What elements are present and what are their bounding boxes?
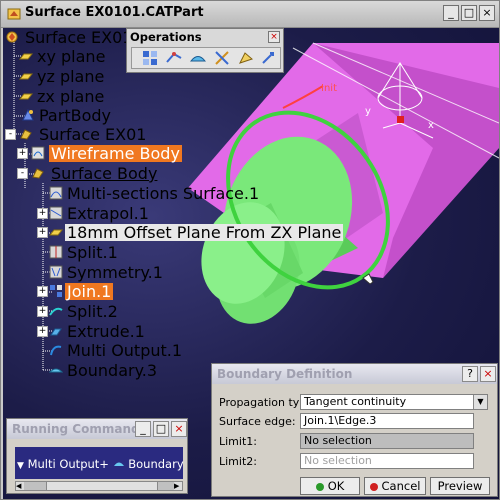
collapse-toggle[interactable]: -: [17, 168, 28, 179]
partbody-icon: [22, 108, 34, 121]
limit1-label: Limit1:: [219, 435, 257, 448]
limit2-label: Limit2:: [219, 455, 257, 468]
cancel-label: Cancel: [381, 479, 421, 493]
boundary-dialog-title-bar[interactable]: Boundary Definition ? ×: [212, 364, 497, 384]
close-button[interactable]: ×: [171, 421, 187, 437]
window-title: Surface EX0101.CATPart: [25, 5, 204, 20]
operations-toolbar: Operations ×: [126, 28, 284, 73]
tree-item-label: Symmetry.1: [67, 263, 163, 282]
cancel-button[interactable]: Cancel: [364, 477, 426, 495]
split-icon: [49, 245, 63, 259]
boundary-definition-dialog: Boundary Definition ? × Propagation type…: [211, 363, 498, 497]
tree-item-label: yz plane: [37, 67, 105, 86]
multioutput-icon: [50, 345, 62, 356]
running-commands-title: Running Commands: [12, 422, 147, 436]
scroll-right-icon[interactable]: ▶: [174, 482, 182, 490]
transform-icon[interactable]: [260, 50, 276, 66]
boundary-icon: [113, 462, 124, 466]
part-file-icon: [7, 8, 21, 20]
running-commands-list[interactable]: ▼ Multi Output+ Boundary: [15, 447, 184, 479]
plane-icon: [19, 73, 33, 80]
split-icon: [49, 307, 63, 316]
tree-item-label: 18mm Offset Plane From ZX Plane: [65, 223, 344, 242]
multisection-icon: [49, 186, 63, 200]
boundary-dialog-title: Boundary Definition: [217, 367, 353, 381]
close-button[interactable]: ×: [479, 5, 495, 21]
geoset-icon: [32, 168, 44, 179]
tree-item-label: Surface EX01: [25, 28, 133, 47]
running-commands-panel: Running Commands _ □ × ▼ Multi Output+ B…: [6, 418, 188, 494]
extract-icon[interactable]: [238, 50, 254, 66]
minimize-button[interactable]: _: [443, 5, 459, 21]
tree-item-label: zx plane: [37, 87, 105, 106]
part-icon: [6, 31, 18, 43]
tree-item-label: Multi-sections Surface.1: [67, 184, 260, 203]
limit2-field[interactable]: No selection: [300, 453, 474, 469]
tree-item-label: Split.2: [67, 302, 118, 321]
expand-toggle[interactable]: +: [37, 326, 48, 337]
tree-item-label: Extrude.1: [67, 322, 145, 341]
expand-toggle[interactable]: +: [37, 306, 48, 317]
boundary-icon: [49, 368, 63, 373]
tree-item-label: Surface EX01: [39, 125, 147, 144]
propagation-type-value: Tangent continuity: [304, 395, 407, 408]
tree-item-label: Extrapol.1: [67, 204, 149, 223]
join-icon[interactable]: [142, 50, 158, 66]
ok-icon: [315, 482, 324, 491]
boundary-icon[interactable]: [190, 50, 206, 66]
running-commands-title-bar[interactable]: Running Commands _ □ ×: [7, 419, 187, 439]
extrude-icon: [50, 328, 62, 336]
trim-icon[interactable]: [214, 50, 230, 66]
minimize-button[interactable]: _: [135, 421, 151, 437]
ok-button[interactable]: OK: [300, 477, 360, 495]
help-button[interactable]: ?: [462, 366, 478, 382]
tree-item-label: Multi Output.1: [67, 341, 183, 360]
close-icon[interactable]: ×: [268, 31, 280, 43]
tree-item-label: Join.1: [65, 282, 114, 301]
axis-x-label: x: [428, 120, 434, 131]
expand-toggle[interactable]: +: [17, 148, 28, 159]
tree-item-label: Boundary.3: [67, 361, 158, 380]
tree-item-label: Wireframe Body: [49, 144, 182, 163]
expand-toggle[interactable]: +: [37, 227, 48, 238]
expand-toggle[interactable]: +: [37, 286, 48, 297]
maximize-button[interactable]: □: [153, 421, 169, 437]
tree-item-label: xy plane: [37, 47, 106, 66]
scrollbar-thumb[interactable]: [46, 482, 158, 490]
healing-icon[interactable]: [166, 50, 182, 66]
operations-title: Operations: [130, 30, 202, 44]
propagation-type-select[interactable]: Tangent continuity ▼: [300, 394, 488, 410]
operations-tool-row: [131, 47, 281, 69]
surface-edge-label: Surface edge:: [219, 415, 296, 428]
scroll-left-icon[interactable]: ◀: [16, 482, 24, 490]
surface-edge-field[interactable]: Join.1\Edge.3: [300, 413, 474, 429]
maximize-button[interactable]: □: [461, 5, 477, 21]
close-button[interactable]: ×: [480, 366, 496, 382]
limit1-field[interactable]: No selection: [300, 433, 474, 449]
preview-button[interactable]: Preview: [430, 477, 490, 495]
collapse-toggle[interactable]: -: [5, 129, 16, 140]
extrapol-icon: [49, 206, 63, 220]
horizontal-scrollbar[interactable]: ◀ ▶: [15, 481, 183, 491]
expand-toggle[interactable]: +: [37, 208, 48, 219]
plane-icon: [49, 229, 63, 236]
tree-item-label: PartBody: [39, 106, 111, 125]
init-label: Init: [321, 83, 337, 94]
tree-item-label: Surface Body: [51, 164, 158, 183]
wireframe-icon: [31, 146, 45, 160]
plane-icon: [19, 93, 33, 100]
window-title-bar[interactable]: Surface EX0101.CATPart _ □ ×: [1, 1, 499, 28]
chevron-down-icon[interactable]: ▼: [473, 395, 487, 409]
axis-y-label: y: [365, 106, 371, 117]
ok-label: OK: [327, 479, 345, 493]
tree-item-label: Split.1: [67, 243, 118, 262]
symmetry-icon: [49, 265, 63, 279]
geoset-icon: [20, 129, 32, 140]
cancel-icon: [369, 482, 378, 491]
catia-window: Surface EX0101.CATPart _ □ × Init x y Su…: [0, 0, 500, 500]
running-boundary-text: Boundary: [128, 457, 184, 471]
join-icon: [50, 285, 62, 297]
running-command-text: Multi Output+: [27, 457, 109, 471]
plane-icon: [19, 53, 33, 60]
